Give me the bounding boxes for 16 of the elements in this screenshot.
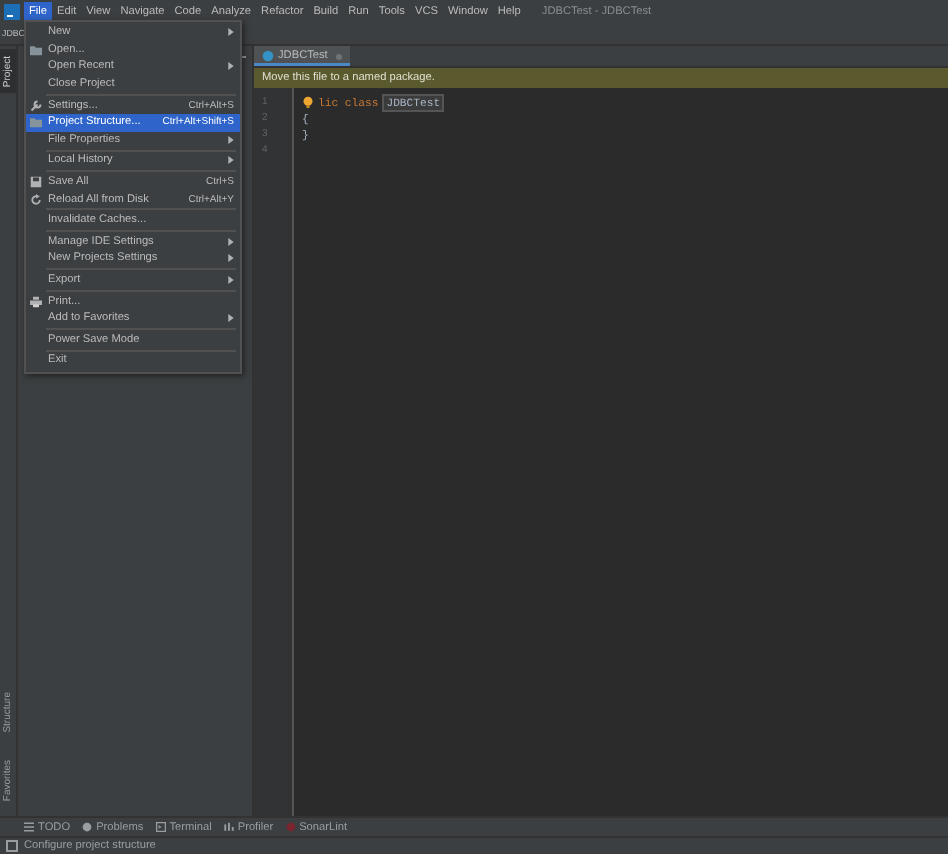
save-icon [30, 176, 42, 189]
printer-icon [30, 295, 42, 308]
wrench-icon [30, 99, 42, 112]
sonar-icon [285, 822, 296, 832]
profiler-icon [223, 822, 234, 832]
lightbulb-icon[interactable] [302, 96, 314, 108]
problems-icon [82, 822, 93, 832]
folder-icon [30, 116, 42, 129]
reload-icon [30, 193, 42, 206]
folder-icon [30, 43, 42, 56]
close-icon[interactable] [335, 53, 342, 59]
class-icon [262, 50, 274, 62]
list-icon [24, 822, 34, 832]
terminal-icon [155, 822, 166, 832]
app-logo-icon [4, 3, 20, 19]
status-icon [6, 840, 18, 852]
